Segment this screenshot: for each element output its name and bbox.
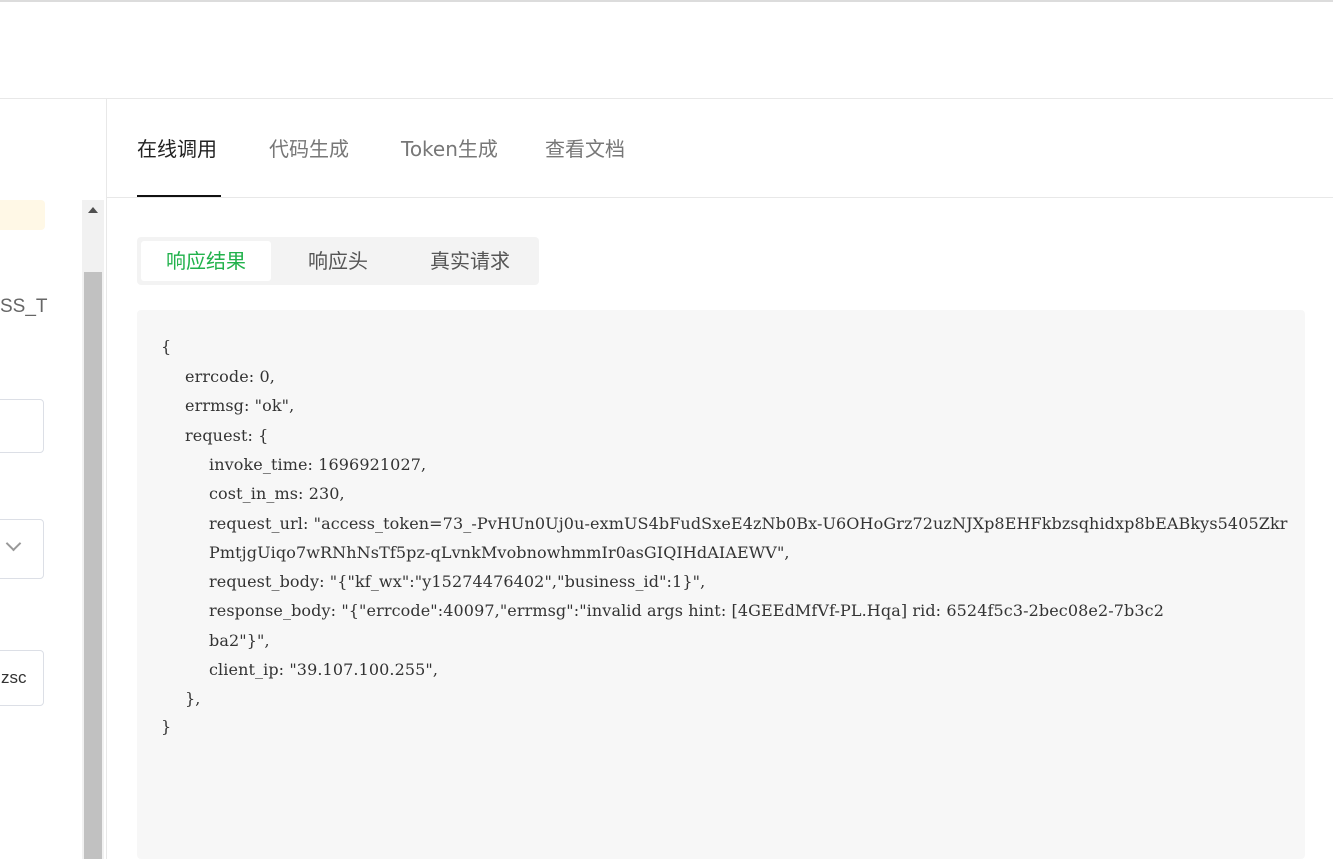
window-top-border [0, 0, 1333, 2]
chevron-down-icon [5, 535, 22, 552]
param-input-2[interactable]: zsc [0, 650, 44, 706]
subtab-response-headers[interactable]: 响应头 [273, 237, 403, 285]
code-line: response_body: "{"errcode":40097,"errmsg… [209, 601, 1165, 620]
code-line: { [161, 337, 172, 356]
code-line: client_ip: "39.107.100.255", [209, 660, 439, 679]
panel-divider [106, 99, 107, 859]
code-line: }, [185, 689, 201, 708]
param-input-value: zsc [1, 668, 27, 687]
code-line: request_body: "{"kf_wx":"y15274476402","… [209, 572, 706, 591]
code-line: ba2"}", [209, 631, 270, 650]
scroll-up-arrow-icon[interactable] [82, 200, 104, 222]
tab-token-generation[interactable]: Token生成 [401, 133, 498, 162]
code-line: cost_in_ms: 230, [209, 484, 345, 503]
param-select[interactable] [0, 519, 44, 579]
subtab-response-result[interactable]: 响应结果 [141, 241, 271, 281]
tab-view-docs[interactable]: 查看文档 [545, 133, 625, 162]
code-line: } [161, 717, 172, 736]
notice-box [0, 200, 45, 230]
param-input[interactable] [0, 399, 44, 453]
code-line: errmsg: "ok", [185, 396, 295, 415]
code-line: request: { [185, 426, 269, 445]
tab-code-generation[interactable]: 代码生成 [269, 133, 349, 162]
tab-online-call[interactable]: 在线调用 [137, 133, 217, 162]
scrollbar-thumb[interactable] [84, 272, 102, 859]
code-line: PmtjgUiqo7wRNhNsTf5pz-qLvnkMvobnowhmmIr0… [209, 543, 790, 562]
code-line: invoke_time: 1696921027, [209, 455, 427, 474]
subtab-real-request[interactable]: 真实请求 [405, 237, 535, 285]
param-label: SS_T [0, 296, 48, 317]
response-code-panel: { errcode: 0, errmsg: "ok", request: { i… [137, 310, 1305, 859]
code-line: errcode: 0, [185, 367, 275, 386]
header-divider [0, 98, 1333, 99]
response-subtabs: 响应结果 响应头 真实请求 [137, 237, 539, 285]
tabs-divider [107, 197, 1333, 198]
code-line: request_url: "access_token=73_-PvHUn0Uj0… [209, 514, 1288, 533]
